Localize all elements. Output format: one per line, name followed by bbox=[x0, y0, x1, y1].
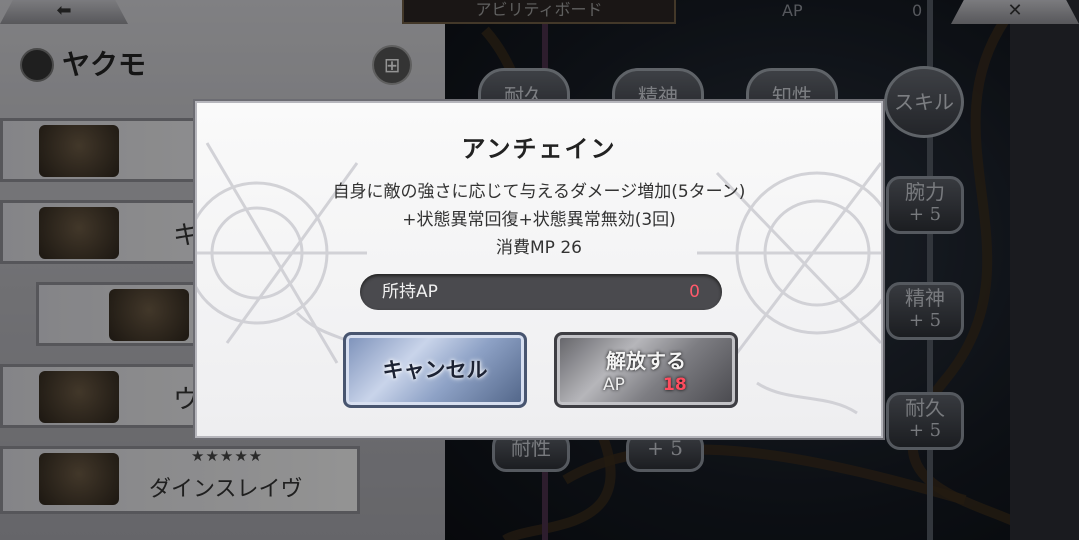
dialog-title: アンチェイン bbox=[461, 134, 617, 163]
release-ap-cost: 18 bbox=[663, 375, 687, 395]
release-ap-label: AP bbox=[603, 375, 625, 395]
release-button[interactable]: 解放する AP 18 bbox=[554, 332, 738, 408]
ability-description-line: +状態異常回復+状態異常無効(3回) bbox=[402, 210, 676, 230]
owned-ap-bar: 所持AP 0 bbox=[360, 274, 722, 310]
owned-ap-label: 所持AP bbox=[382, 282, 438, 302]
mp-cost: 消費MP 26 bbox=[496, 238, 582, 258]
ability-description-line: 自身に敵の強さに応じて与えるダメージ増加(5ターン) bbox=[332, 182, 746, 202]
owned-ap-value: 0 bbox=[689, 282, 700, 302]
release-button-label: 解放する bbox=[606, 349, 686, 373]
cancel-button-label: キャンセル bbox=[382, 357, 488, 382]
ability-release-dialog: アンチェイン 自身に敵の強さに応じて与えるダメージ増加(5ターン) +状態異常回… bbox=[195, 101, 883, 438]
cancel-button[interactable]: キャンセル bbox=[343, 332, 527, 408]
